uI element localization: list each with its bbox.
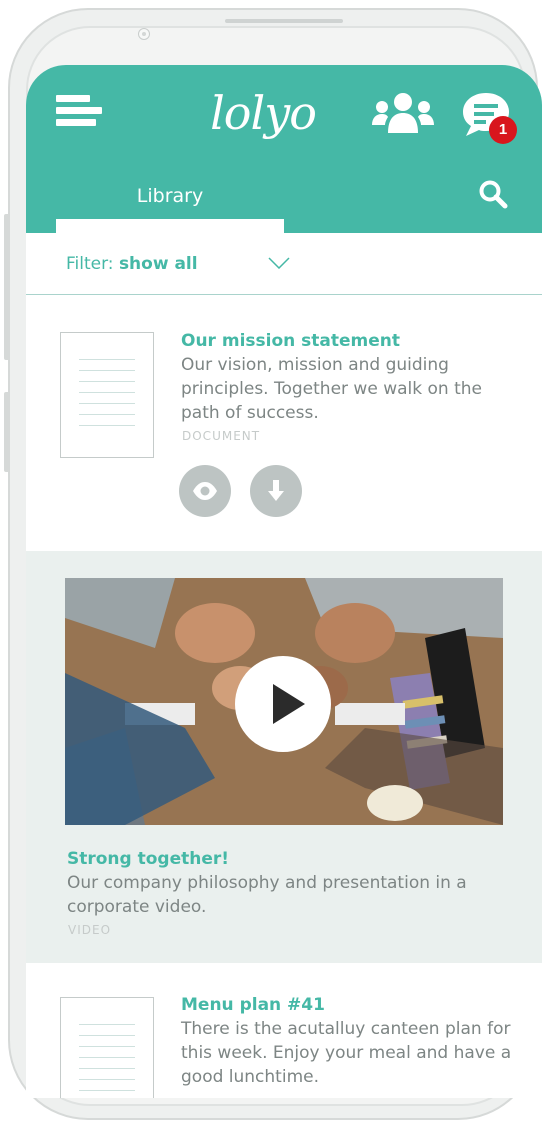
phone-speaker xyxy=(225,19,343,23)
notification-badge: 1 xyxy=(489,116,517,144)
hamburger-menu-icon[interactable] xyxy=(56,95,102,133)
filter-label: Filter: show all xyxy=(66,254,198,274)
item-title[interactable]: Strong together! xyxy=(67,849,229,869)
document-thumbnail xyxy=(60,997,154,1098)
phone-volume-button xyxy=(4,214,10,360)
document-thumbnail xyxy=(60,332,154,458)
video-thumbnail[interactable] xyxy=(65,578,503,825)
tab-active-indicator xyxy=(56,219,284,233)
search-icon[interactable] xyxy=(478,179,508,209)
view-button[interactable] xyxy=(179,465,231,517)
library-item-document[interactable]: Our mission statement Our vision, missio… xyxy=(26,295,542,551)
item-description: Our company philosophy and presentation … xyxy=(67,873,467,917)
app-header: lolyo 1 Library xyxy=(26,65,542,233)
users-group-icon[interactable] xyxy=(372,91,434,133)
library-item-video[interactable]: Strong together! Our company philosophy … xyxy=(26,551,542,963)
item-title[interactable]: Our mission statement xyxy=(181,331,400,351)
app-screen: lolyo 1 Library Filter: show all Our mis… xyxy=(26,65,542,1098)
tab-library[interactable]: Library xyxy=(56,177,284,233)
app-logo: lolyo xyxy=(210,86,317,140)
phone-power-button xyxy=(4,392,10,472)
item-title[interactable]: Menu plan #41 xyxy=(181,995,325,1015)
filter-dropdown[interactable]: Filter: show all xyxy=(26,233,542,295)
phone-camera xyxy=(138,28,150,40)
item-description: Our vision, mission and guiding principl… xyxy=(181,355,482,423)
item-description: There is the acutalluy canteen plan for … xyxy=(181,1019,512,1087)
filter-value: show all xyxy=(118,254,198,274)
download-icon xyxy=(268,480,284,501)
item-type-label: DOCUMENT xyxy=(182,429,261,443)
eye-icon xyxy=(193,482,217,500)
play-button[interactable] xyxy=(235,656,331,752)
library-item-document[interactable]: Menu plan #41 There is the acutalluy can… xyxy=(26,963,542,1098)
item-type-label: VIDEO xyxy=(68,923,112,937)
chevron-down-icon[interactable] xyxy=(268,257,290,269)
play-icon xyxy=(273,684,305,724)
filter-prefix: Filter: xyxy=(66,254,114,274)
tab-library-label: Library xyxy=(136,185,204,207)
download-button[interactable] xyxy=(250,465,302,517)
